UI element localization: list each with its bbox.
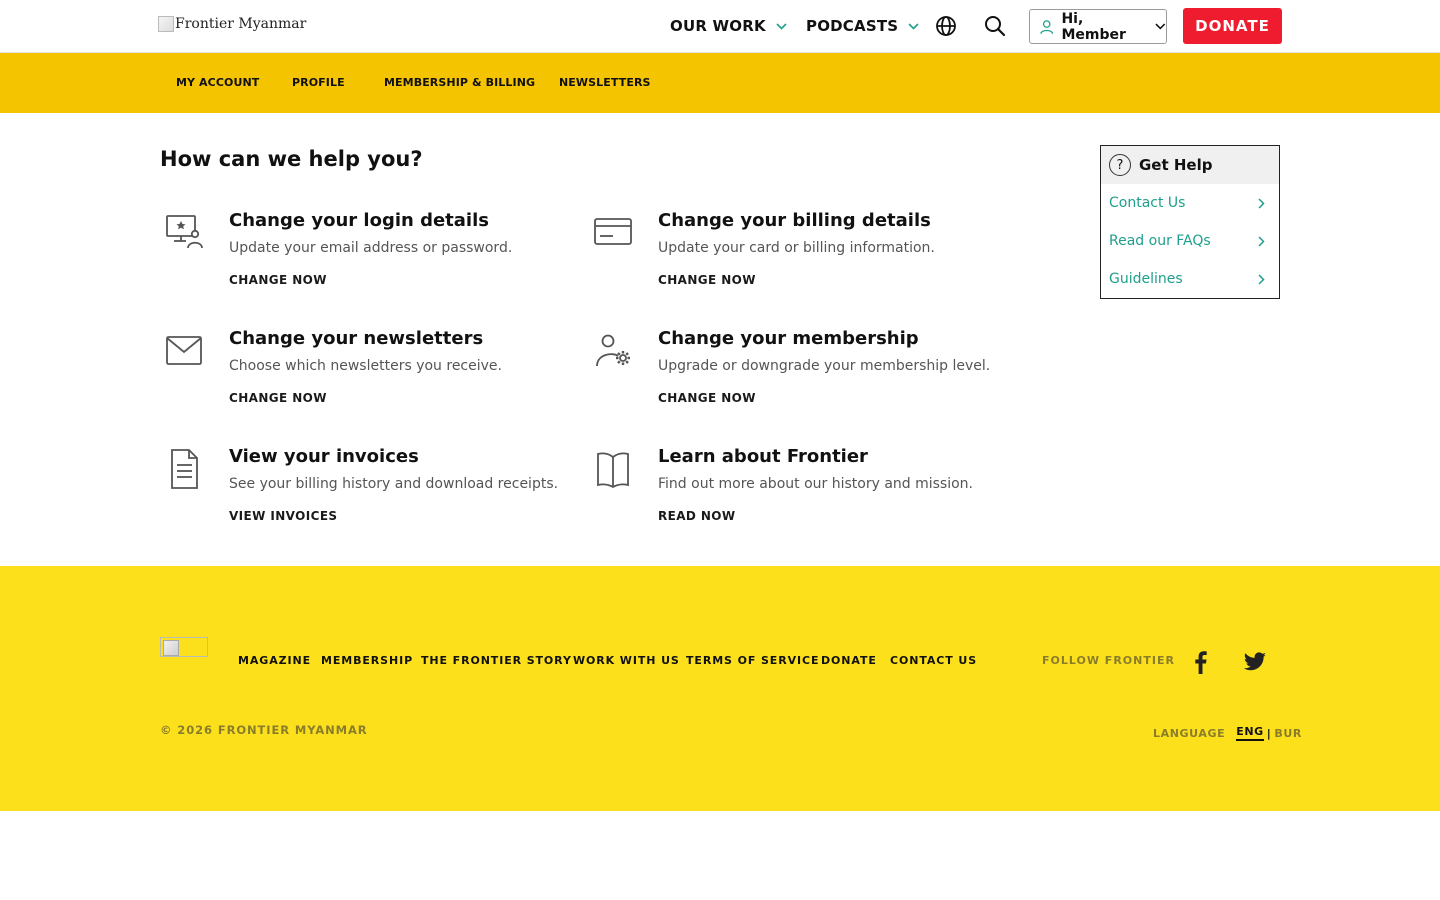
chevron-down-icon — [1155, 23, 1166, 30]
card-title: Change your billing details — [658, 210, 931, 231]
footer-link-work-with-us[interactable]: WORK WITH US — [573, 654, 680, 667]
card-description: Find out more about our history and miss… — [658, 476, 973, 492]
card-billing-details: Change your billing details Update your … — [589, 210, 989, 310]
twitter-icon[interactable] — [1243, 650, 1267, 674]
donate-button[interactable]: DONATE — [1183, 8, 1282, 44]
card-description: Upgrade or downgrade your membership lev… — [658, 358, 991, 374]
change-login-link[interactable]: CHANGE NOW — [229, 273, 327, 287]
change-billing-link[interactable]: CHANGE NOW — [658, 273, 756, 287]
copyright-text: © 2026 FRONTIER MYANMAR — [160, 723, 368, 737]
document-icon — [171, 449, 198, 489]
footer-logo[interactable] — [160, 637, 208, 657]
chevron-down-icon — [776, 22, 787, 30]
view-invoices-link[interactable]: VIEW INVOICES — [229, 509, 337, 523]
account-subnav: MY ACCOUNT PROFILE MEMBERSHIP & BILLING … — [0, 53, 1440, 113]
site-footer: MAGAZINE MEMBERSHIP THE FRONTIER STORY W… — [0, 566, 1440, 811]
subnav-newsletters[interactable]: NEWSLETTERS — [559, 76, 651, 89]
help-read-faqs[interactable]: Read our FAQs — [1101, 222, 1279, 260]
facebook-icon[interactable] — [1189, 650, 1213, 674]
language-separator: | — [1266, 726, 1272, 740]
nav-our-work[interactable]: OUR WORK — [670, 17, 787, 35]
card-description: Update your email address or password. — [229, 240, 513, 256]
help-item-label: Read our FAQs — [1109, 233, 1211, 249]
nav-our-work-label: OUR WORK — [670, 17, 766, 35]
nav-podcasts-label: PODCASTS — [806, 17, 899, 35]
user-icon — [1040, 19, 1054, 34]
site-logo[interactable]: Frontier Myanmar — [158, 16, 306, 32]
member-greeting: Hi, Member — [1061, 10, 1126, 43]
change-membership-link[interactable]: CHANGE NOW — [658, 391, 756, 405]
help-item-label: Guidelines — [1109, 271, 1183, 287]
read-now-link[interactable]: READ NOW — [658, 509, 736, 523]
card-title: Change your login details — [229, 210, 489, 231]
help-item-label: Contact Us — [1109, 195, 1186, 211]
card-title: Change your newsletters — [229, 328, 484, 349]
user-settings-icon — [596, 334, 630, 367]
card-invoices: View your invoices See your billing hist… — [160, 446, 560, 546]
footer-link-membership[interactable]: MEMBERSHIP — [321, 654, 413, 667]
subnav-profile[interactable]: PROFILE — [292, 76, 345, 89]
language-eng[interactable]: ENG — [1236, 725, 1264, 741]
subnav-my-account[interactable]: MY ACCOUNT — [176, 76, 259, 89]
get-help-header: ? Get Help — [1101, 146, 1279, 184]
search-icon[interactable] — [983, 14, 1007, 38]
change-newsletters-link[interactable]: CHANGE NOW — [229, 391, 327, 405]
card-description: Update your card or billing information. — [658, 240, 935, 256]
subnav-membership-billing[interactable]: MEMBERSHIP & BILLING — [384, 76, 535, 89]
credit-card-icon — [594, 218, 632, 245]
language-switcher: LANGUAGE ENG | BUR — [1153, 725, 1302, 741]
chevron-right-icon — [1258, 197, 1265, 209]
chevron-right-icon — [1258, 273, 1265, 285]
member-menu-button[interactable]: Hi, Member — [1029, 9, 1167, 44]
footer-link-donate[interactable]: DONATE — [821, 654, 877, 667]
user-monitor-icon — [166, 215, 203, 249]
card-title: Learn about Frontier — [658, 446, 868, 467]
card-membership: Change your membership Upgrade or downgr… — [589, 328, 991, 428]
globe-icon[interactable] — [934, 14, 958, 38]
card-title: Change your membership — [658, 328, 919, 349]
envelope-icon — [166, 336, 202, 365]
book-icon — [597, 452, 629, 489]
help-contact-us[interactable]: Contact Us — [1101, 184, 1279, 222]
page-title: How can we help you? — [160, 147, 423, 171]
get-help-title: Get Help — [1139, 156, 1213, 174]
get-help-panel: ? Get Help Contact Us Read our FAQs Guid… — [1100, 145, 1280, 299]
card-title: View your invoices — [229, 446, 419, 467]
footer-link-terms[interactable]: TERMS OF SERVICE — [686, 654, 819, 667]
footer-link-contact-us[interactable]: CONTACT US — [890, 654, 977, 667]
footer-link-frontier-story[interactable]: THE FRONTIER STORY — [421, 654, 572, 667]
follow-label: FOLLOW FRONTIER — [1042, 654, 1175, 667]
card-description: Choose which newsletters you receive. — [229, 358, 502, 374]
language-bur[interactable]: BUR — [1274, 727, 1302, 740]
footer-link-magazine[interactable]: MAGAZINE — [238, 654, 311, 667]
nav-podcasts[interactable]: PODCASTS — [806, 17, 919, 35]
card-newsletters: Change your newsletters Choose which new… — [160, 328, 560, 428]
site-header: Frontier Myanmar OUR WORK PODCASTS Hi, M… — [0, 0, 1440, 53]
language-label: LANGUAGE — [1153, 726, 1226, 740]
logo-alt-text: Frontier Myanmar — [175, 16, 307, 32]
help-guidelines[interactable]: Guidelines — [1101, 260, 1279, 298]
question-mark-icon: ? — [1109, 154, 1131, 176]
card-description: See your billing history and download re… — [229, 476, 559, 492]
broken-image-icon — [158, 16, 174, 32]
chevron-down-icon — [908, 22, 919, 30]
card-login-details: Change your login details Update your em… — [160, 210, 560, 310]
chevron-right-icon — [1258, 235, 1265, 247]
card-learn-about: Learn about Frontier Find out more about… — [589, 446, 989, 546]
